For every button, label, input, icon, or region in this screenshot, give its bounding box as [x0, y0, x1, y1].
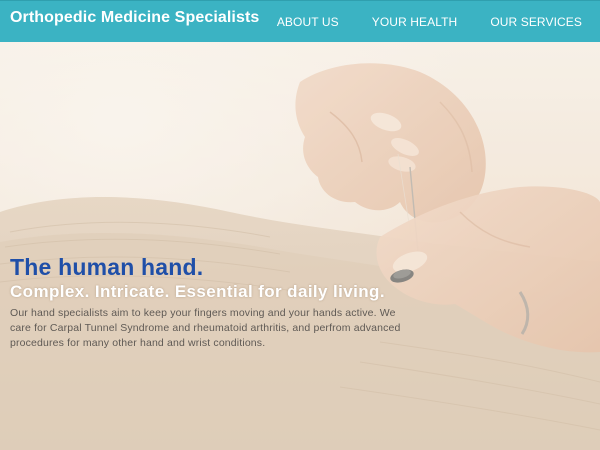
nav-about-us-link[interactable]: ABOUT US: [277, 15, 339, 29]
hero-subtitle: Complex. Intricate. Essential for daily …: [10, 282, 385, 301]
brand-logo-link[interactable]: Orthopedic Medicine Specialists: [10, 9, 259, 27]
hero-title: The human hand.: [10, 254, 204, 280]
top-navbar: Orthopedic Medicine Specialists ABOUT US…: [0, 0, 600, 42]
hero-description: Our hand specialists aim to keep your fi…: [10, 307, 401, 349]
nav-your-health-link[interactable]: YOUR HEALTH: [372, 15, 458, 29]
nav-our-services-link[interactable]: OUR SERVICES: [490, 15, 582, 29]
hero-text-block: The human hand. Complex. Intricate. Esse…: [10, 254, 430, 351]
hero-hands-sewing-image: [0, 42, 600, 450]
hero-section: The human hand. Complex. Intricate. Esse…: [0, 42, 600, 450]
nav-links: ABOUT US YOUR HEALTH OUR SERVICES: [277, 1, 600, 43]
